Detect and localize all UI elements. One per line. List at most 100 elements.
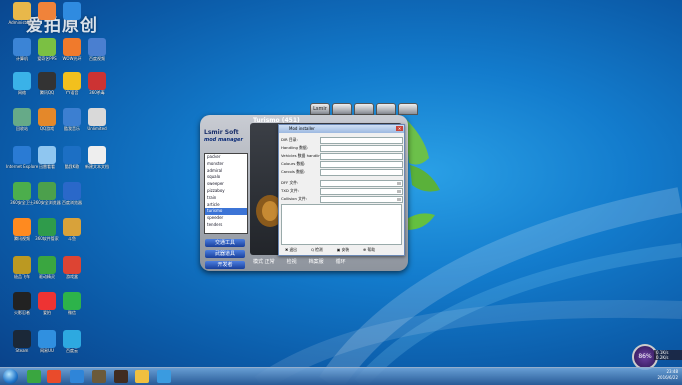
field-input[interactable]	[320, 145, 403, 152]
bottom-tab[interactable]: 档案服	[308, 258, 325, 265]
taskbar-app-icon[interactable]	[157, 370, 171, 383]
app-icon	[63, 330, 81, 348]
app-icon	[38, 146, 56, 164]
desktop-icon[interactable]: 360杀毒	[81, 72, 113, 106]
desktop-icon-label: 游戏盒	[66, 274, 78, 279]
desktop-icon-label: 新建文本文档	[85, 164, 109, 169]
field-label: Collision 文件:	[281, 196, 307, 201]
app-icon	[13, 72, 31, 90]
field-row: Handling 数据:	[281, 145, 403, 152]
check-button[interactable]: Q 检测	[311, 247, 323, 253]
browse-button[interactable]	[397, 182, 401, 185]
desktop-icon[interactable]: Unlimited	[81, 108, 113, 142]
field-input[interactable]	[320, 169, 403, 176]
gadget-unit: %	[645, 353, 652, 360]
mod-list-item[interactable]: turismo	[205, 208, 247, 216]
field-input[interactable]	[320, 161, 403, 168]
field-label: Carcols 数据:	[281, 169, 305, 174]
mod-list-item[interactable]: article	[205, 202, 247, 209]
gadget-value: 86	[638, 353, 646, 360]
download-speed: 0.2K/s	[656, 355, 669, 360]
bottom-tab[interactable]: 模式 正常	[252, 258, 276, 265]
mod-installer-dialog[interactable]: Mod installer ✕ DIR 目录: Handling 数据: Vehic…	[278, 124, 405, 256]
clock-date: 2016/6/22	[657, 375, 678, 380]
field-input[interactable]	[320, 180, 403, 187]
app-icon	[63, 256, 81, 274]
window-tab[interactable]	[376, 103, 396, 115]
mod-list-item[interactable]: train	[205, 195, 247, 202]
dialog-buttons: ✖ 退出 Q 检测 ▣ 安装 ⊕ 帮助	[285, 247, 375, 253]
window-tab[interactable]	[354, 103, 374, 115]
field-row: DIR 目录:	[281, 137, 403, 144]
app-icon	[63, 182, 81, 200]
mod-list[interactable]: packer monster admiral squalo sweeper pizzabo…	[204, 153, 248, 234]
field-input[interactable]	[320, 153, 403, 160]
desktop-icon-label: Unlimited	[87, 126, 107, 131]
mod-list-item[interactable]: squalo	[205, 174, 247, 181]
desktop-icon[interactable]: 游戏盒	[56, 256, 88, 290]
mod-list-item[interactable]: sweeper	[205, 181, 247, 188]
weapons-button[interactable]: 武器道具	[205, 250, 245, 258]
field-input[interactable]	[320, 188, 403, 195]
app-icon	[13, 2, 31, 20]
folder-icon[interactable]	[135, 370, 149, 383]
desktop-icon[interactable]: 新建文本文档	[81, 146, 113, 180]
app-icon	[88, 72, 106, 90]
app-icon	[88, 108, 106, 126]
app-icon	[88, 146, 106, 164]
mod-list-item[interactable]: speeder	[205, 215, 247, 222]
bottom-tab[interactable]: 检视	[286, 258, 298, 265]
app-icon	[13, 218, 31, 236]
app-icon	[13, 38, 31, 56]
help-button[interactable]: ⊕ 帮助	[363, 247, 375, 253]
app-icon	[38, 182, 56, 200]
mod-list-item[interactable]: monster	[205, 161, 247, 168]
desktop-icon-label: 360杀毒	[89, 90, 105, 95]
log-area[interactable]	[281, 204, 402, 245]
start-button[interactable]	[3, 369, 18, 384]
install-button[interactable]: ▣ 安装	[337, 247, 349, 253]
desktop-icon[interactable]: 百度浏览器	[56, 182, 88, 216]
close-button[interactable]: ✕	[396, 126, 403, 131]
mod-list-item[interactable]: tenders	[205, 222, 247, 229]
field-input[interactable]	[320, 137, 403, 144]
app-icon	[38, 108, 56, 126]
desktop-icon-label: 百度视频	[89, 56, 105, 61]
taskbar-app-icon[interactable]	[27, 370, 41, 383]
window-tab[interactable]	[332, 103, 352, 115]
app-icon	[38, 38, 56, 56]
system-clock[interactable]: 23:48 2016/6/22	[657, 369, 678, 381]
app-icon	[13, 108, 31, 126]
developer-button[interactable]: 开发者	[205, 261, 245, 269]
field-label: TXD 文件:	[281, 188, 299, 193]
mod-list-item[interactable]: admiral	[205, 168, 247, 175]
desktop-icon[interactable]	[56, 2, 88, 36]
app-icon	[63, 146, 81, 164]
vehicles-button[interactable]: 交通工具	[205, 239, 245, 247]
window-tab[interactable]: Lsmir	[310, 103, 330, 115]
desktop-icon[interactable]: 斗鱼	[56, 218, 88, 252]
app-icon	[13, 292, 31, 310]
browse-button[interactable]	[397, 198, 401, 201]
app-icon	[13, 146, 31, 164]
desktop-icon-label: 斗鱼	[68, 236, 76, 241]
mod-list-item[interactable]: pizzaboy	[205, 188, 247, 195]
browse-button[interactable]	[397, 190, 401, 193]
bottom-tab[interactable]: 循环	[335, 258, 347, 265]
desktop-icon[interactable]: 微信	[56, 292, 88, 326]
mod-list-item[interactable]: packer	[205, 154, 247, 161]
app-icon	[63, 2, 81, 20]
brand-name: Lsmir Soft	[204, 129, 239, 136]
desktop-icon[interactable]: 百度云	[56, 330, 88, 364]
field-input[interactable]	[320, 196, 403, 203]
exit-button[interactable]: ✖ 退出	[285, 247, 297, 253]
field-label: DIR 目录:	[281, 137, 298, 142]
taskbar-app-icon[interactable]	[92, 370, 106, 383]
bottom-tab-bar: 模式 正常 检视 档案服 循环	[252, 258, 347, 265]
app-icon	[38, 218, 56, 236]
taskbar-app-icon[interactable]	[70, 370, 84, 383]
taskbar-app-icon[interactable]	[47, 370, 61, 383]
window-tab[interactable]	[398, 103, 418, 115]
desktop-icon[interactable]: 百度视频	[81, 38, 113, 72]
taskbar-app-icon[interactable]	[114, 370, 128, 383]
